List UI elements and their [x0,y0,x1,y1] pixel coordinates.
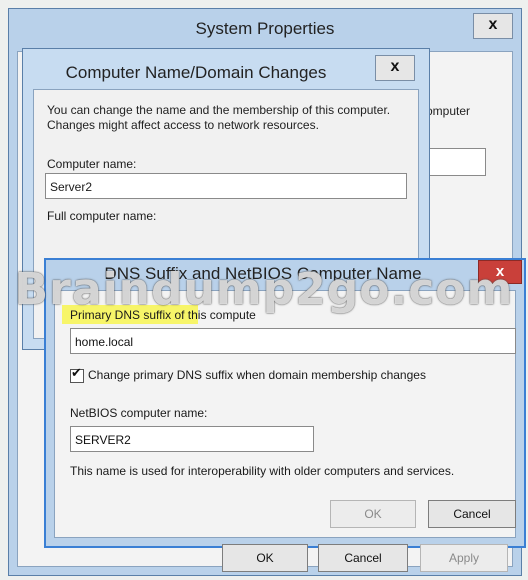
system-properties-partial-text: omputer [426,104,471,118]
primary-dns-suffix-input[interactable]: home.local [70,328,516,354]
computer-name-dialog-close-button[interactable]: x [375,55,415,81]
system-properties-close-button[interactable]: x [473,13,513,39]
checkmark-icon: ✔ [71,364,82,380]
dns-cancel-button[interactable]: Cancel [428,500,516,528]
change-dns-suffix-checkbox-row[interactable]: ✔ Change primary DNS suffix when domain m… [70,364,426,383]
change-dns-suffix-label: Change primary DNS suffix when domain me… [88,368,426,382]
system-properties-cancel-button[interactable]: Cancel [318,544,408,572]
dns-dialog-title: DNS Suffix and NetBIOS Computer Name [104,264,422,283]
system-properties-partial-field[interactable] [424,148,486,176]
primary-dns-suffix-label: Primary DNS suffix of this compute [70,308,256,322]
system-properties-ok-button[interactable]: OK [222,544,308,572]
interoperability-note: This name is used for interoperability w… [70,464,455,478]
computer-name-input[interactable]: Server2 [45,173,407,199]
full-computer-name-label: Full computer name: [47,209,157,223]
netbios-name-label: NetBIOS computer name: [70,406,208,420]
system-properties-apply-button[interactable]: Apply [420,544,508,572]
dns-dialog-close-button[interactable]: x [478,260,522,284]
dns-ok-button[interactable]: OK [330,500,416,528]
system-properties-title: System Properties [195,19,335,38]
computer-name-label: Computer name: [47,157,137,171]
computer-name-dialog-title: Computer Name/Domain Changes [65,63,327,82]
dns-suffix-netbios-window: DNS Suffix and NetBIOS Computer Name x P… [44,258,526,548]
computer-name-description: You can change the name and the membersh… [47,103,391,132]
change-dns-suffix-checkbox[interactable]: ✔ [70,364,84,383]
netbios-name-input[interactable]: SERVER2 [70,426,314,452]
